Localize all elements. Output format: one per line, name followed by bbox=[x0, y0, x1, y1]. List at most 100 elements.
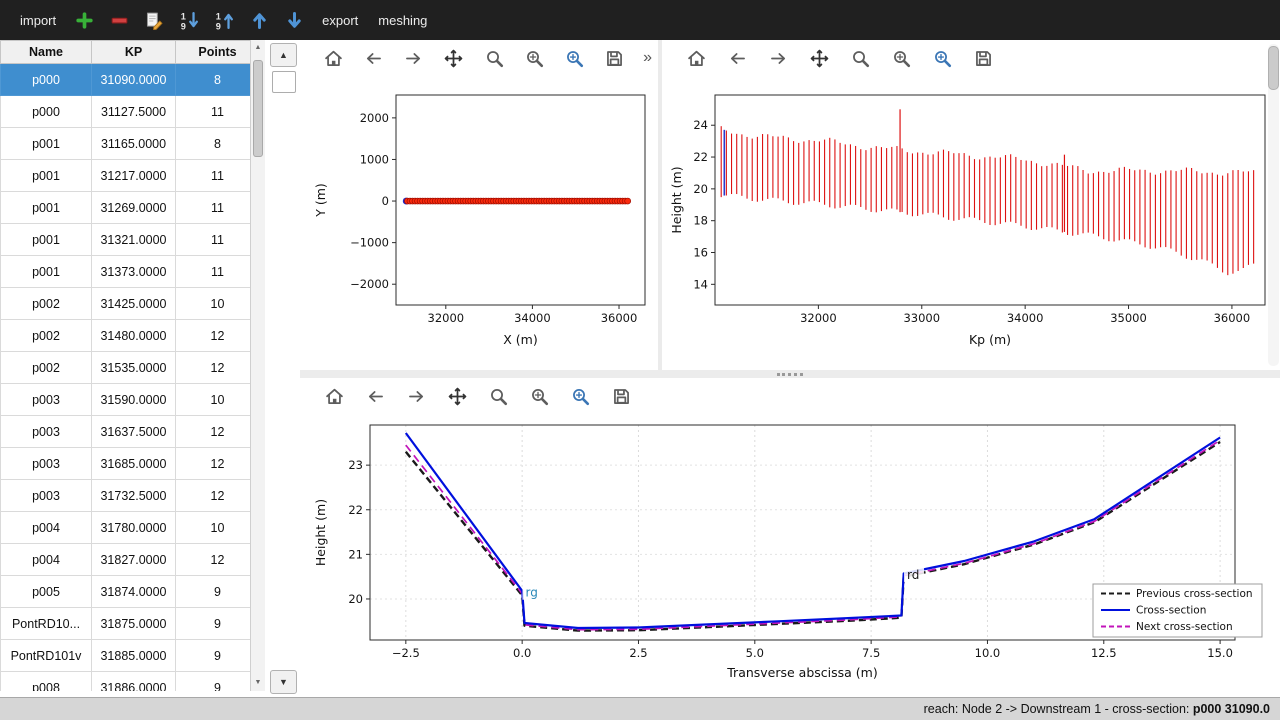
kp-cell[interactable]: 31875.0000 bbox=[92, 608, 176, 640]
points-cell[interactable]: 9 bbox=[176, 608, 251, 640]
back-button[interactable] bbox=[362, 46, 385, 70]
table-row[interactable]: p00431780.000010 bbox=[1, 512, 251, 544]
name-cell[interactable]: p008 bbox=[1, 672, 92, 692]
points-cell[interactable]: 9 bbox=[176, 576, 251, 608]
points-cell[interactable]: 11 bbox=[176, 160, 251, 192]
kp-cell[interactable]: 31535.0000 bbox=[92, 352, 176, 384]
horizontal-splitter[interactable] bbox=[300, 370, 1280, 378]
import-button[interactable]: import bbox=[16, 13, 60, 28]
table-row[interactable]: p00231535.000012 bbox=[1, 352, 251, 384]
table-scrollbar-thumb[interactable] bbox=[253, 60, 263, 157]
name-cell[interactable]: p003 bbox=[1, 480, 92, 512]
name-cell[interactable]: p003 bbox=[1, 416, 92, 448]
sort-descending-button[interactable]: 19 bbox=[177, 8, 201, 32]
name-cell[interactable]: p003 bbox=[1, 384, 92, 416]
vertical-scrollbar[interactable] bbox=[1268, 44, 1279, 366]
zoom-button[interactable] bbox=[483, 46, 506, 70]
remove-button[interactable] bbox=[107, 8, 131, 32]
customize-button[interactable] bbox=[930, 46, 954, 70]
scrollbar-thumb[interactable] bbox=[1268, 46, 1279, 90]
kp-cell[interactable]: 31827.0000 bbox=[92, 544, 176, 576]
home-button[interactable] bbox=[322, 46, 345, 70]
edit-button[interactable] bbox=[142, 8, 166, 32]
home-button[interactable] bbox=[322, 384, 346, 408]
name-cell[interactable]: p005 bbox=[1, 576, 92, 608]
back-button[interactable] bbox=[363, 384, 387, 408]
table-row[interactable]: p00331590.000010 bbox=[1, 384, 251, 416]
kp-cell[interactable]: 31321.0000 bbox=[92, 224, 176, 256]
name-cell[interactable]: p000 bbox=[1, 64, 92, 96]
pan-button[interactable] bbox=[445, 384, 469, 408]
home-button[interactable] bbox=[684, 46, 708, 70]
name-cell[interactable]: p002 bbox=[1, 352, 92, 384]
name-cell[interactable]: p004 bbox=[1, 512, 92, 544]
customize-button[interactable] bbox=[568, 384, 592, 408]
splitter-grip[interactable] bbox=[777, 373, 803, 376]
points-cell[interactable]: 12 bbox=[176, 352, 251, 384]
save-button[interactable] bbox=[609, 384, 633, 408]
kp-cell[interactable]: 31886.0000 bbox=[92, 672, 176, 692]
sort-ascending-button[interactable]: 19 bbox=[212, 8, 236, 32]
forward-button[interactable] bbox=[404, 384, 428, 408]
subplots-button[interactable] bbox=[889, 46, 913, 70]
points-cell[interactable]: 11 bbox=[176, 256, 251, 288]
column-header-points[interactable]: Points bbox=[176, 41, 251, 64]
kp-cell[interactable]: 31590.0000 bbox=[92, 384, 176, 416]
kp-cell[interactable]: 31685.0000 bbox=[92, 448, 176, 480]
move-down-button[interactable] bbox=[282, 8, 306, 32]
kp-cell[interactable]: 31090.0000 bbox=[92, 64, 176, 96]
name-cell[interactable]: PontRD101v bbox=[1, 640, 92, 672]
kp-cell[interactable]: 31127.5000 bbox=[92, 96, 176, 128]
name-cell[interactable]: p001 bbox=[1, 224, 92, 256]
page-down-button[interactable]: ▼ bbox=[270, 670, 297, 694]
export-button[interactable]: export bbox=[318, 13, 362, 28]
table-row[interactable]: p00131165.00008 bbox=[1, 128, 251, 160]
table-row[interactable]: p00131373.000011 bbox=[1, 256, 251, 288]
name-cell[interactable]: p003 bbox=[1, 448, 92, 480]
points-cell[interactable]: 8 bbox=[176, 128, 251, 160]
table-scrollbar[interactable]: ▲ ▼ bbox=[250, 40, 265, 691]
table-row[interactable]: p00831886.00009 bbox=[1, 672, 251, 692]
scrollbar-up-arrow[interactable]: ▲ bbox=[251, 42, 265, 54]
table-row[interactable]: PontRD10...31875.00009 bbox=[1, 608, 251, 640]
points-cell[interactable]: 11 bbox=[176, 192, 251, 224]
table-row[interactable]: p00031090.00008 bbox=[1, 64, 251, 96]
back-button[interactable] bbox=[725, 46, 749, 70]
add-button[interactable] bbox=[72, 8, 96, 32]
kp-cell[interactable]: 31780.0000 bbox=[92, 512, 176, 544]
kp-cell[interactable]: 31269.0000 bbox=[92, 192, 176, 224]
points-cell[interactable]: 8 bbox=[176, 64, 251, 96]
points-cell[interactable]: 10 bbox=[176, 288, 251, 320]
points-cell[interactable]: 12 bbox=[176, 448, 251, 480]
column-header-name[interactable]: Name bbox=[1, 41, 92, 64]
pager-thumb[interactable] bbox=[272, 71, 296, 93]
kp-cell[interactable]: 31874.0000 bbox=[92, 576, 176, 608]
name-cell[interactable]: p002 bbox=[1, 288, 92, 320]
cross-section-plot[interactable]: −2.50.02.55.07.510.012.515.020212223Tran… bbox=[300, 414, 1280, 697]
plan-view-plot[interactable]: 320003400036000−2000−1000010002000X (m)Y… bbox=[300, 76, 658, 370]
name-cell[interactable]: p002 bbox=[1, 320, 92, 352]
kp-cell[interactable]: 31165.0000 bbox=[92, 128, 176, 160]
points-cell[interactable]: 9 bbox=[176, 672, 251, 692]
kp-cell[interactable]: 31480.0000 bbox=[92, 320, 176, 352]
move-up-button[interactable] bbox=[247, 8, 271, 32]
table-row[interactable]: p00031127.500011 bbox=[1, 96, 251, 128]
pan-button[interactable] bbox=[442, 46, 465, 70]
points-cell[interactable]: 10 bbox=[176, 384, 251, 416]
points-cell[interactable]: 11 bbox=[176, 96, 251, 128]
name-cell[interactable]: p004 bbox=[1, 544, 92, 576]
scrollbar-down-arrow[interactable]: ▼ bbox=[251, 677, 265, 689]
points-cell[interactable]: 9 bbox=[176, 640, 251, 672]
points-cell[interactable]: 12 bbox=[176, 480, 251, 512]
table-row[interactable]: p00331637.500012 bbox=[1, 416, 251, 448]
kp-cell[interactable]: 31732.5000 bbox=[92, 480, 176, 512]
page-up-button[interactable]: ▲ bbox=[270, 43, 297, 67]
table-row[interactable]: p00531874.00009 bbox=[1, 576, 251, 608]
points-cell[interactable]: 12 bbox=[176, 320, 251, 352]
longitudinal-profile-plot[interactable]: 3200033000340003500036000141618202224Kp … bbox=[662, 76, 1280, 370]
column-header-kp[interactable]: KP bbox=[92, 41, 176, 64]
name-cell[interactable]: PontRD10... bbox=[1, 608, 92, 640]
name-cell[interactable]: p001 bbox=[1, 128, 92, 160]
name-cell[interactable]: p001 bbox=[1, 256, 92, 288]
table-row[interactable]: PontRD101v31885.00009 bbox=[1, 640, 251, 672]
